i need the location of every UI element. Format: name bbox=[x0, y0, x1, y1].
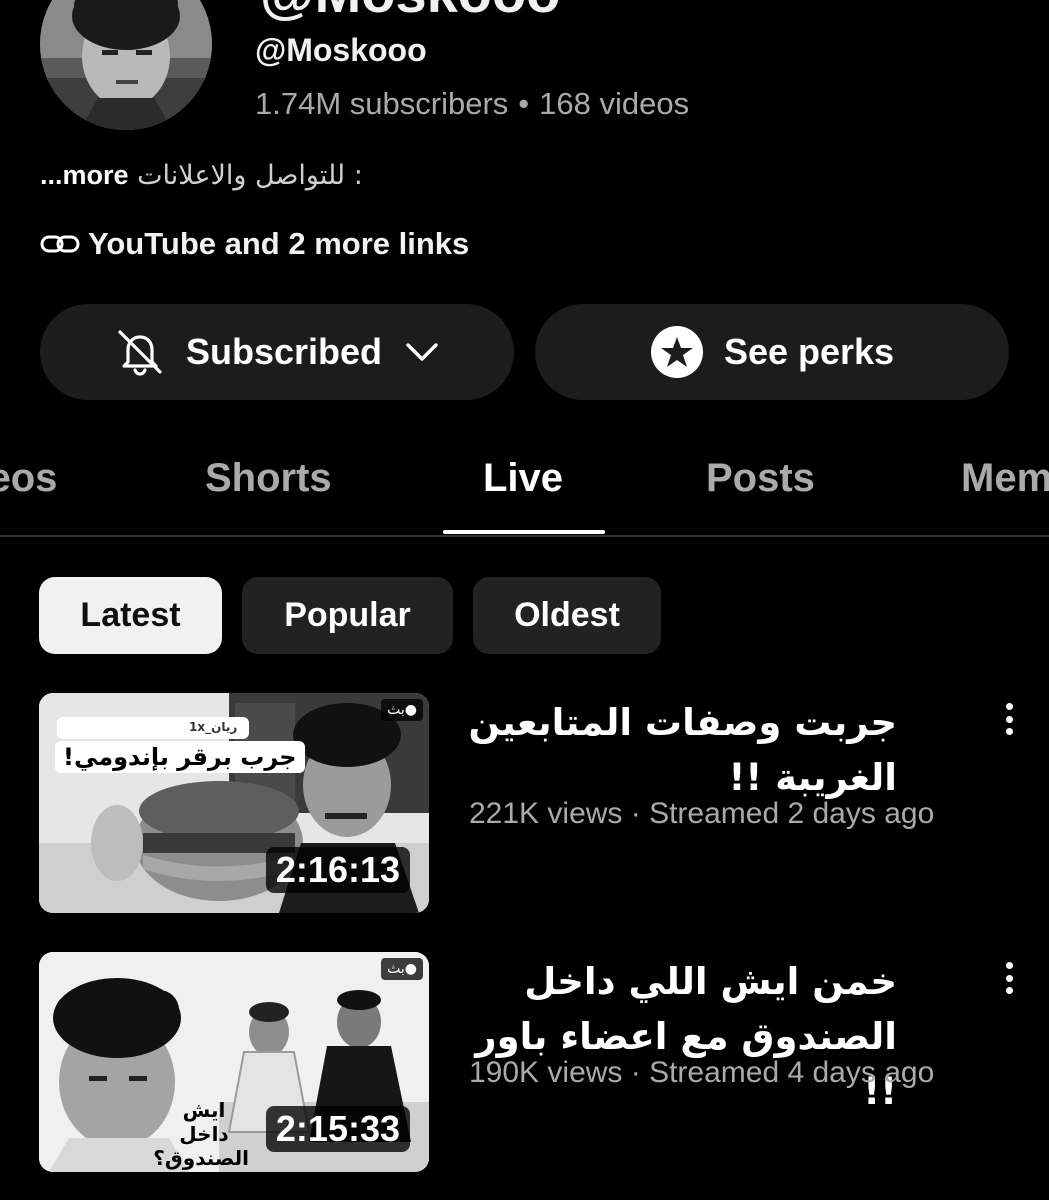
video-thumbnail[interactable]: جرب برقر بإندومي! ريان_1x بث● 2:16:13 bbox=[39, 693, 429, 913]
channel-avatar[interactable] bbox=[40, 0, 212, 130]
video-item[interactable]: ايش داخل الصندوق؟ بث● 2:15:33 خمن ايش ال… bbox=[0, 952, 1049, 1174]
video-meta: 190K views · Streamed 4 days ago bbox=[469, 1056, 935, 1089]
video-duration: 2:15:33 bbox=[265, 1106, 410, 1152]
subscriber-count: 1.74M subscribers bbox=[255, 86, 509, 121]
video-duration: 2:16:13 bbox=[265, 847, 410, 893]
tabs-divider bbox=[0, 535, 1049, 537]
video-title[interactable]: خمن ايش اللي داخل الصندوق مع اعضاء باور … bbox=[457, 954, 897, 1119]
thumbnail-username: ريان_1x bbox=[189, 720, 238, 734]
see-perks-button[interactable]: See perks bbox=[535, 304, 1009, 400]
link-icon bbox=[40, 230, 80, 258]
tab-videos[interactable]: Videos bbox=[0, 456, 57, 501]
tab-live[interactable]: Live bbox=[483, 456, 563, 501]
subscribed-label: Subscribed bbox=[185, 331, 383, 372]
stats-separator: • bbox=[518, 86, 530, 121]
video-title[interactable]: جربت وصفات المتابعين الغريبة !! bbox=[457, 695, 897, 805]
video-meta: 221K views · Streamed 2 days ago bbox=[469, 797, 935, 830]
filter-chip-latest[interactable]: Latest bbox=[39, 577, 222, 654]
live-badge: بث● bbox=[381, 699, 423, 721]
channel-name: @Moskooo bbox=[260, 0, 560, 25]
active-tab-indicator bbox=[443, 530, 605, 534]
subscribed-button[interactable]: Subscribed bbox=[40, 304, 514, 400]
thumbnail-caption: جرب برقر بإندومي! bbox=[55, 741, 305, 773]
video-thumbnail[interactable]: ايش داخل الصندوق؟ بث● 2:15:33 bbox=[39, 952, 429, 1172]
tab-posts[interactable]: Posts bbox=[706, 456, 815, 501]
filter-chip-oldest[interactable]: Oldest bbox=[473, 577, 661, 654]
see-perks-label: See perks bbox=[723, 331, 895, 372]
tab-membership[interactable]: Membership bbox=[961, 456, 1049, 501]
thumbnail-caption: ايش داخل الصندوق؟ bbox=[153, 1098, 249, 1170]
more-options-icon[interactable] bbox=[997, 699, 1021, 739]
bell-off-icon bbox=[114, 326, 166, 378]
description-text: للتواصل والاعلانات : bbox=[137, 160, 363, 191]
tab-shorts[interactable]: Shorts bbox=[205, 456, 332, 501]
links-label: YouTube and 2 more links bbox=[88, 226, 470, 261]
filter-chip-popular[interactable]: Popular bbox=[242, 577, 453, 654]
channel-page: @Moskooo @Moskooo 1.74M subscribers • 168 … bbox=[0, 0, 1049, 1200]
video-count: 168 videos bbox=[539, 86, 690, 121]
channel-links[interactable]: YouTube and 2 more links bbox=[40, 226, 469, 262]
chevron-down-icon bbox=[404, 340, 440, 364]
avatar-illustration bbox=[40, 0, 212, 130]
channel-stats: 1.74M subscribers • 168 videos bbox=[255, 86, 689, 122]
video-item[interactable]: جرب برقر بإندومي! ريان_1x بث● 2:16:13 جر… bbox=[0, 693, 1049, 915]
more-link[interactable]: ...more bbox=[40, 160, 129, 190]
channel-tabs: Videos Shorts Live Posts Membership bbox=[0, 440, 1049, 536]
star-badge-icon bbox=[650, 325, 704, 379]
live-badge: بث● bbox=[381, 958, 423, 980]
more-options-icon[interactable] bbox=[997, 958, 1021, 998]
channel-handle: @Moskooo bbox=[255, 32, 427, 68]
channel-description[interactable]: ...more للتواصل والاعلانات : bbox=[40, 160, 363, 191]
